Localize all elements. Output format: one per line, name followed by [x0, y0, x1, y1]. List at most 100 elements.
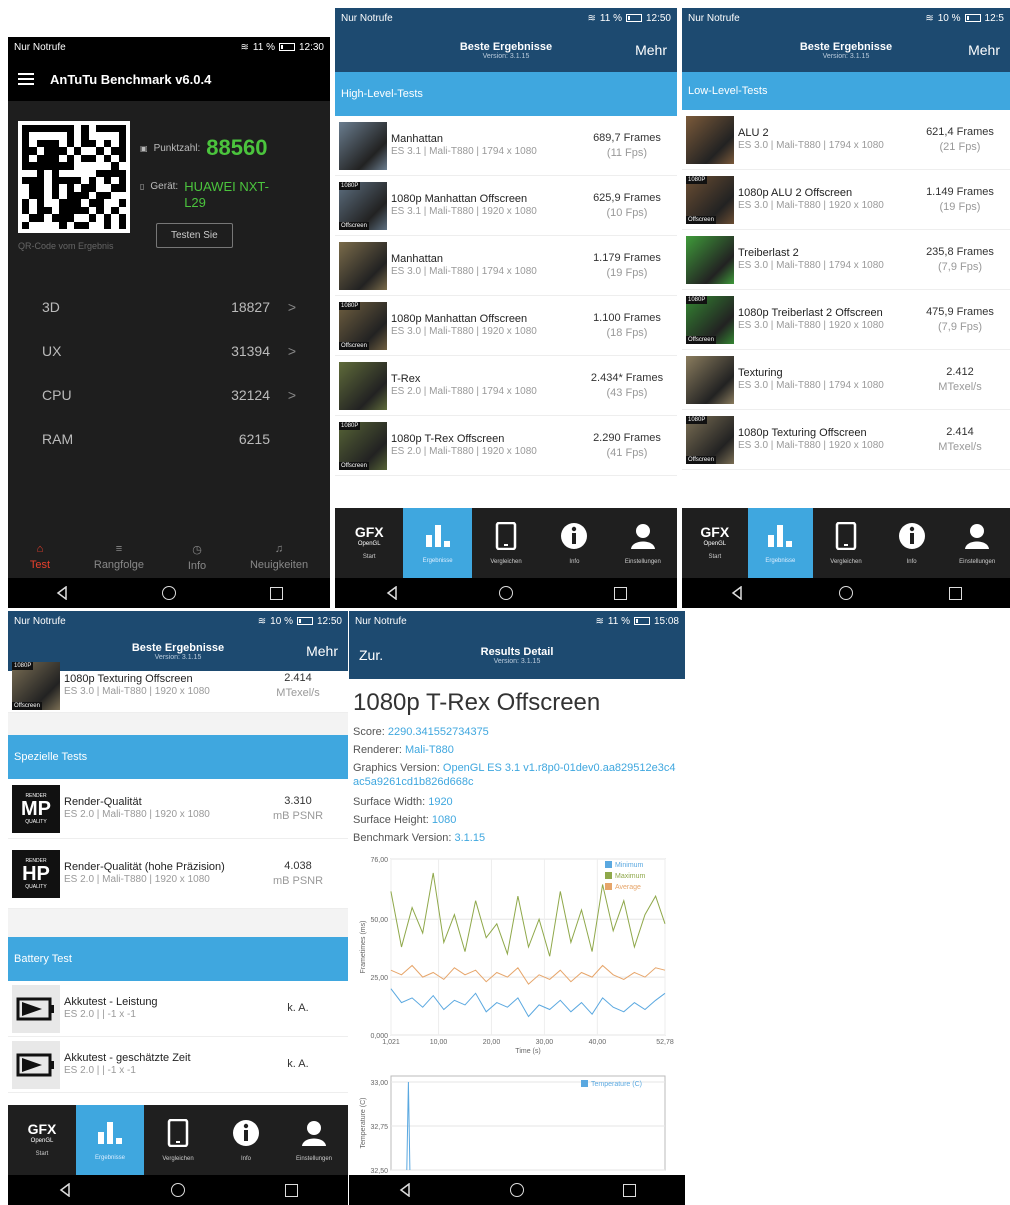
carrier-label: Nur Notrufe: [355, 615, 407, 627]
detail-field-label: Score:: [353, 726, 385, 738]
tab-vergleichen[interactable]: Vergleichen: [472, 508, 540, 578]
header-version: Version: 3.1.15: [482, 52, 530, 60]
tab-neuigkeiten[interactable]: ♫ Neuigkeiten: [250, 543, 308, 571]
test-name: 1080p Texturing Offscreen: [738, 427, 867, 439]
test-row[interactable]: RENDER HP QUALITY Render-Qualität (hohe Prä…: [8, 839, 348, 909]
home-icon[interactable]: [171, 1183, 186, 1197]
test-row[interactable]: 1080P Offscreen 1080p T-Rex Offscreen ES 2.…: [335, 416, 677, 476]
test-row[interactable]: Akkutest - Leistung ES 2.0 | | -1 x -1 k. …: [8, 981, 348, 1037]
test-row[interactable]: Manhattan ES 3.1 | Mali-T880 | 1794 x 108…: [335, 116, 677, 176]
score-row-3d[interactable]: 3D 18827 >: [18, 285, 320, 329]
test-result-value: 689,7 Frames: [593, 131, 661, 144]
legend-swatch: [605, 861, 612, 868]
detail-field: Graphics Version: OpenGL ES 3.1 v1.r8p0-…: [353, 761, 681, 789]
test-row[interactable]: Texturing ES 3.0 | Mali-T880 | 1794 x 108…: [682, 350, 1010, 410]
tab-info[interactable]: Info: [879, 508, 945, 578]
tab-test[interactable]: ⌂ Test: [30, 543, 50, 571]
battery-percent: 11 %: [599, 12, 622, 24]
tab-ergebnisse[interactable]: Ergebnisse: [403, 508, 472, 578]
score-row-label: UX: [42, 343, 62, 359]
tab-info[interactable]: Info: [540, 508, 608, 578]
test-row[interactable]: Treiberlast 2 ES 3.0 | Mali-T880 | 1794 x…: [682, 230, 1010, 290]
score-row-ux[interactable]: UX 31394 >: [18, 329, 320, 373]
chevron-right-icon: >: [287, 299, 296, 315]
more-button[interactable]: Mehr: [306, 643, 338, 659]
tab-rangfolge[interactable]: ≡ Rangfolge: [94, 543, 144, 571]
test-row[interactable]: 1080P Offscreen 1080p Treiberlast 2 Offscr…: [682, 290, 1010, 350]
score-row-value: 31394: [231, 343, 270, 359]
x-tick-label: 10,00: [430, 1039, 448, 1046]
x-axis-label: Time (s): [515, 1048, 540, 1055]
recents-icon[interactable]: [613, 586, 627, 600]
home-icon[interactable]: [162, 586, 177, 600]
tab-einstellungen[interactable]: Einstellungen: [280, 1105, 348, 1175]
tab-start[interactable]: GFX OpenGL Start: [335, 508, 403, 578]
battery-icon: [633, 617, 650, 625]
tab-label: Einstellungen: [959, 558, 996, 565]
qr-caption: QR-Code vom Ergebnis: [18, 241, 114, 251]
tab-info[interactable]: Info: [212, 1105, 280, 1175]
home-icon[interactable]: [499, 586, 514, 600]
test-info: T-Rex ES 2.0 | Mali-T880 | 1794 x 1080: [387, 373, 581, 398]
clock: 12:30: [298, 41, 324, 53]
back-icon[interactable]: [385, 586, 399, 600]
status-bar: Nur Notrufe ≋ 11 % 12:50: [335, 8, 677, 28]
home-icon: ⌂: [36, 543, 44, 555]
recents-icon[interactable]: [285, 1183, 299, 1197]
tab-start[interactable]: GFX OpenGL Start: [8, 1105, 76, 1175]
tab-einstellungen[interactable]: Einstellungen: [944, 508, 1010, 578]
test-button[interactable]: Testen Sie: [156, 223, 233, 248]
back-icon[interactable]: [55, 586, 69, 600]
test-result-unit: MTexel/s: [276, 686, 320, 699]
tab-info[interactable]: ◷ Info: [188, 543, 206, 572]
test-config: ES 3.0 | Mali-T880 | 1920 x 1080: [738, 200, 884, 211]
test-row[interactable]: Manhattan ES 3.0 | Mali-T880 | 1794 x 108…: [335, 236, 677, 296]
recents-icon[interactable]: [622, 1183, 636, 1197]
test-result: 621,4 Frames (21 Fps): [914, 125, 1006, 155]
tab-ergebnisse[interactable]: Ergebnisse: [76, 1105, 144, 1175]
back-button[interactable]: Zur.: [359, 647, 383, 663]
test-row[interactable]: 1080P Offscreen 1080p Texturing Offscreen E…: [682, 410, 1010, 470]
test-row[interactable]: 1080P Offscreen 1080p ALU 2 Offscreen ES 3.…: [682, 170, 1010, 230]
test-result-unit: (41 Fps): [606, 446, 648, 459]
home-icon[interactable]: [510, 1183, 525, 1197]
test-row[interactable]: 1080P Offscreen 1080p Manhattan Offscreen E…: [335, 296, 677, 356]
menu-icon[interactable]: [18, 73, 34, 85]
home-icon[interactable]: [839, 586, 854, 600]
tab-ergebnisse[interactable]: Ergebnisse: [747, 508, 814, 578]
test-config: ES 2.0 | Mali-T880 | 1920 x 1080: [391, 446, 537, 457]
test-info: 1080p ALU 2 Offscreen ES 3.0 | Mali-T880 …: [734, 187, 914, 212]
test-row[interactable]: RENDER MP QUALITY Render-Qualität ES 2.0 | M…: [8, 779, 348, 839]
test-info: 1080p Manhattan Offscreen ES 3.1 | Mali-T…: [387, 193, 581, 218]
tab-vergleichen[interactable]: Vergleichen: [813, 508, 879, 578]
score-row-ram[interactable]: RAM 6215: [18, 417, 320, 461]
test-config: ES 2.0 | Mali-T880 | 1920 x 1080: [64, 874, 210, 885]
more-button[interactable]: Mehr: [635, 42, 667, 58]
more-button[interactable]: Mehr: [968, 42, 1000, 58]
recents-icon[interactable]: [949, 586, 963, 600]
back-icon[interactable]: [398, 1183, 412, 1197]
back-icon[interactable]: [730, 586, 744, 600]
legend-swatch: [605, 883, 612, 890]
bottom-tabs: GFX OpenGL Start Ergebnisse Vergleichen Info E…: [335, 508, 677, 578]
tab-vergleichen[interactable]: Vergleichen: [144, 1105, 212, 1175]
test-result: k. A.: [252, 1057, 344, 1072]
test-result-value: 235,8 Frames: [926, 245, 994, 258]
test-row[interactable]: 1080P Offscreen 1080p Manhattan Offscreen E…: [335, 176, 677, 236]
qr-code-icon[interactable]: [18, 121, 130, 233]
test-row[interactable]: T-Rex ES 2.0 | Mali-T880 | 1794 x 1080 2.4…: [335, 356, 677, 416]
phone-icon: [167, 1118, 189, 1152]
badge-bottom-label: QUALITY: [25, 883, 47, 890]
recents-icon[interactable]: [270, 586, 284, 600]
tab-einstellungen[interactable]: Einstellungen: [609, 508, 677, 578]
header-title: Beste Ergebnisse: [459, 40, 553, 53]
back-icon[interactable]: [58, 1183, 72, 1197]
test-name: 1080p Texturing Offscreen: [64, 673, 193, 685]
tab-start[interactable]: GFX OpenGL Start: [682, 508, 748, 578]
score-row-cpu[interactable]: CPU 32124 >: [18, 373, 320, 417]
test-info: 1080p Treiberlast 2 Offscreen ES 3.0 | Ma…: [734, 307, 914, 332]
test-info: Render-Qualität ES 2.0 | Mali-T880 | 1920…: [60, 796, 252, 821]
test-row[interactable]: Akkutest - geschätzte Zeit ES 2.0 | | -1 …: [8, 1037, 348, 1093]
tab-label: Neuigkeiten: [249, 559, 309, 571]
test-row[interactable]: ALU 2 ES 3.0 | Mali-T880 | 1794 x 1080 621…: [682, 110, 1010, 170]
